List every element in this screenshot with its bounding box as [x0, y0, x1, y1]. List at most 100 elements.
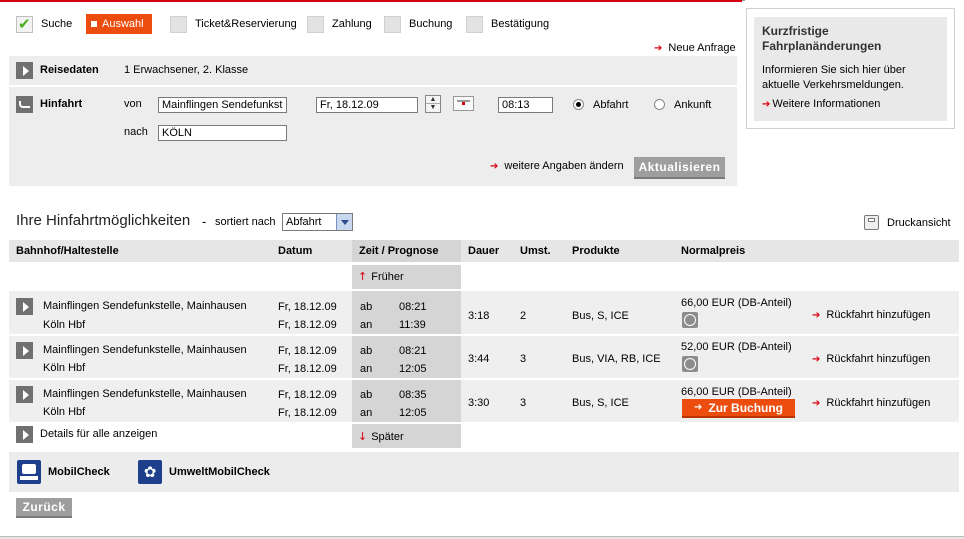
expand-all-icon[interactable]: [16, 426, 33, 443]
arrow-right-icon: ➔: [654, 43, 663, 54]
weitere-angaben-label: weitere Angaben ändern: [504, 160, 624, 172]
step-label: Suche: [41, 18, 73, 30]
arrow-right-icon: ➔: [812, 310, 821, 321]
arrow-right-icon: ➔: [812, 398, 821, 409]
rueckfahrt-label: Rückfahrt hinzufügen: [826, 309, 931, 321]
header-zeit: Zeit / Prognose: [352, 240, 461, 262]
arrow-right-icon: ➔: [490, 161, 499, 172]
results-title: Ihre Hinfahrtmöglichkeiten: [16, 212, 191, 229]
clock-icon[interactable]: [682, 356, 698, 372]
fahrplanaenderungen-box: Kurzfristige Fahrplanänderungen Informie…: [746, 8, 955, 129]
frueher-button[interactable]: ↑ Früher: [352, 265, 461, 289]
price: 52,00 EUR (DB-Anteil): [681, 341, 792, 353]
infobox-text: Informieren Sie sich hier über aktuelle …: [762, 64, 906, 91]
date-input[interactable]: [316, 97, 418, 113]
produkte: Bus, S, ICE: [572, 310, 629, 322]
expand-arrow-icon[interactable]: [16, 386, 33, 403]
abfahrt-radio[interactable]: [573, 99, 584, 110]
step-box-icon: [307, 15, 324, 33]
druckansicht-link[interactable]: Druckansicht: [887, 217, 951, 229]
arrow-down-icon: ↓: [358, 430, 368, 443]
arr-date: Fr, 18.12.09: [278, 363, 337, 375]
weitere-informationen-label: Weitere Informationen: [772, 98, 881, 110]
arr-date: Fr, 18.12.09: [278, 407, 337, 419]
zurueck-button[interactable]: Zurück: [16, 498, 72, 518]
dep-date: Fr, 18.12.09: [278, 301, 337, 313]
ab-label: ab: [360, 345, 373, 357]
clock-icon[interactable]: [682, 312, 698, 328]
dep-date: Fr, 18.12.09: [278, 389, 337, 401]
rueckfahrt-link[interactable]: ➔ Rückfahrt hinzufügen: [812, 397, 930, 409]
price: 66,00 EUR (DB-Anteil): [681, 386, 792, 398]
dep-date: Fr, 18.12.09: [278, 345, 337, 357]
details-alle-link[interactable]: Details für alle anzeigen: [40, 428, 157, 440]
sort-label: sortiert nach: [215, 216, 276, 228]
header-preis: Normalpreis: [681, 245, 746, 257]
expand-arrow-icon[interactable]: [16, 298, 33, 315]
step-label: Ticket&Reservierung: [195, 18, 297, 30]
umweltmobilcheck-link[interactable]: UmweltMobilCheck: [169, 466, 270, 478]
from-station: Mainflingen Sendefunkstelle, Mainhausen: [43, 388, 247, 400]
from-station: Mainflingen Sendefunkstelle, Mainhausen: [43, 300, 247, 312]
header-produkte: Produkte: [572, 245, 620, 257]
sort-select[interactable]: Abfahrt: [282, 213, 353, 231]
infobox-title: Kurzfristige Fahrplanänderungen: [762, 24, 882, 53]
spaeter-button[interactable]: ↓ Später: [352, 424, 461, 448]
step-buchung: Buchung: [384, 14, 452, 34]
flower-icon[interactable]: ✿: [138, 460, 162, 484]
printer-icon[interactable]: [864, 215, 879, 230]
an-label: an: [360, 319, 373, 331]
spaeter-label: Später: [371, 431, 404, 443]
dauer: 3:44: [468, 353, 490, 365]
neue-anfrage-link[interactable]: ➔ Neue Anfrage: [654, 42, 736, 54]
umstiege: 2: [520, 310, 527, 322]
rueckfahrt-label: Rückfahrt hinzufügen: [826, 397, 931, 409]
zur-buchung-button[interactable]: ➔ Zur Buchung: [682, 399, 795, 418]
neue-anfrage-label: Neue Anfrage: [668, 42, 736, 54]
mobilcheck-link[interactable]: MobilCheck: [48, 466, 110, 478]
zur-buchung-label: Zur Buchung: [708, 400, 784, 415]
check-icon: [16, 15, 33, 33]
reisedaten-value: 1 Erwachsener, 2. Klasse: [124, 64, 249, 76]
weitere-angaben-link[interactable]: ➔ weitere Angaben ändern: [490, 160, 624, 172]
produkte: Bus, VIA, RB, ICE: [572, 353, 661, 365]
arrow-up-icon: ↑: [358, 270, 368, 283]
chevron-down-icon: [336, 214, 352, 230]
dep-time: 08:35: [399, 389, 427, 401]
ab-label: ab: [360, 301, 373, 313]
step-label: Zahlung: [332, 18, 372, 30]
an-label: an: [360, 363, 373, 375]
to-station: Köln Hbf: [43, 406, 86, 418]
infobox-inner: Kurzfristige Fahrplanänderungen Informie…: [754, 17, 947, 121]
abfahrt-label: Abfahrt: [593, 99, 629, 111]
mobilcheck-icon[interactable]: [17, 460, 41, 484]
date-stepper[interactable]: ▲ ▼: [425, 95, 441, 113]
umstiege: 3: [520, 353, 527, 365]
step-box-icon: [466, 15, 483, 33]
step-label: Auswahl: [102, 18, 144, 30]
from-station: Mainflingen Sendefunkstelle, Mainhausen: [43, 344, 247, 356]
expand-arrow-icon[interactable]: [16, 342, 33, 359]
to-station-input[interactable]: [158, 125, 287, 141]
weitere-informationen-link[interactable]: ➔ Weitere Informationen: [762, 98, 880, 110]
aktualisieren-button[interactable]: Aktualisieren: [634, 157, 725, 179]
time-input[interactable]: [498, 97, 553, 113]
arr-time: 12:05: [399, 363, 427, 375]
train-icon: [16, 96, 33, 113]
rueckfahrt-link[interactable]: ➔ Rückfahrt hinzufügen: [812, 353, 930, 365]
results-header: Bahnhof/Haltestelle Datum Zeit / Prognos…: [9, 240, 959, 262]
from-station-input[interactable]: [158, 97, 287, 113]
dauer: 3:30: [468, 397, 490, 409]
step-ticket: Ticket&Reservierung: [170, 14, 297, 34]
price: 66,00 EUR (DB-Anteil): [681, 297, 792, 309]
arrow-right-icon: ➔: [762, 99, 771, 110]
expand-arrow-icon[interactable]: [16, 62, 33, 79]
arr-time: 11:39: [399, 319, 426, 331]
ankunft-radio[interactable]: [654, 99, 665, 110]
step-suche[interactable]: Suche: [16, 14, 72, 34]
hinfahrt-label: Hinfahrt: [40, 98, 83, 110]
step-box-icon: [384, 15, 401, 33]
dauer: 3:18: [468, 310, 490, 322]
rueckfahrt-link[interactable]: ➔ Rückfahrt hinzufügen: [812, 309, 930, 321]
calendar-icon[interactable]: [453, 96, 474, 111]
